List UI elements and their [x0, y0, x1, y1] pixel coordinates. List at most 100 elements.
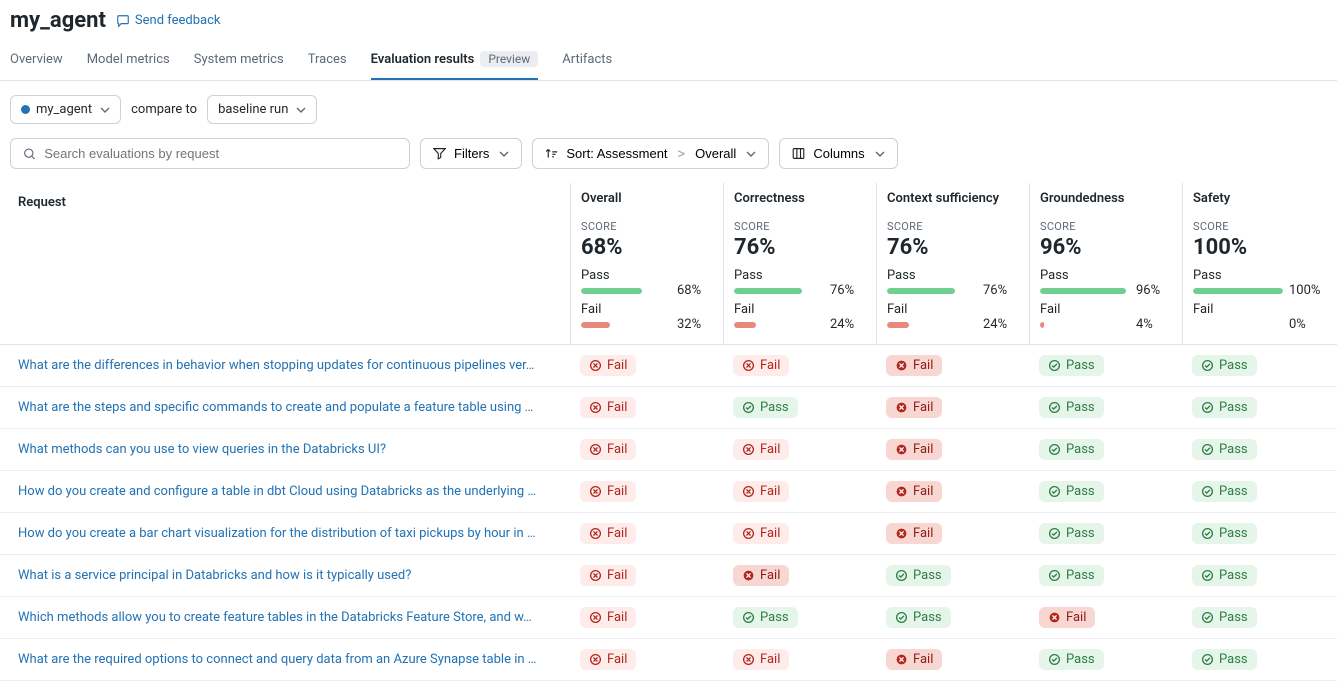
- tabs: Overview Model metrics System metrics Tr…: [0, 39, 1337, 81]
- x-circle-filled-icon: [895, 527, 908, 540]
- fail-value: 32%: [677, 317, 701, 332]
- score-value: 76%: [887, 235, 1019, 260]
- status-badge-fail: Fail: [733, 439, 789, 460]
- status-badge-fail: Fail: [886, 523, 942, 544]
- status-badge-pass: Pass: [1192, 439, 1257, 460]
- x-circle-filled-icon: [895, 485, 908, 498]
- x-circle-icon: [589, 653, 602, 666]
- check-circle-icon: [1048, 443, 1061, 456]
- tab-system-metrics[interactable]: System metrics: [194, 39, 284, 80]
- status-badge-fail: Fail: [733, 355, 789, 376]
- check-circle-icon: [1048, 527, 1061, 540]
- status-badge-pass: Pass: [1039, 397, 1104, 418]
- search-input-wrapper[interactable]: [10, 138, 410, 169]
- tab-artifacts[interactable]: Artifacts: [562, 39, 612, 80]
- x-circle-icon: [589, 611, 602, 624]
- columns-icon: [792, 147, 805, 160]
- tab-model-metrics[interactable]: Model metrics: [87, 39, 170, 80]
- check-circle-icon: [742, 611, 755, 624]
- status-badge-pass: Pass: [1192, 523, 1257, 544]
- status-badge-fail: Fail: [1039, 607, 1095, 628]
- table-row[interactable]: What are the differences in behavior whe…: [0, 345, 1337, 387]
- status-badge-fail: Fail: [886, 355, 942, 376]
- table-row[interactable]: How do you create and configure a table …: [0, 471, 1337, 513]
- check-circle-icon: [1048, 359, 1061, 372]
- status-badge-pass: Pass: [1192, 397, 1257, 418]
- status-badge-fail: Fail: [733, 649, 789, 670]
- chevron-down-icon: [746, 149, 756, 159]
- columns-button[interactable]: Columns: [779, 138, 897, 169]
- check-circle-icon: [1201, 653, 1214, 666]
- col-header-metric: GroundednessSCORE96%Pass96%Fail4%: [1029, 183, 1182, 344]
- table-row[interactable]: Which methods allow you to create featur…: [0, 597, 1337, 639]
- check-circle-icon: [895, 569, 908, 582]
- table-row[interactable]: What methods can you use to view queries…: [0, 429, 1337, 471]
- request-link[interactable]: What are the steps and specific commands…: [18, 400, 558, 415]
- tab-evaluation-results[interactable]: Evaluation results Preview: [371, 39, 539, 80]
- chat-bubble-icon: [116, 14, 130, 28]
- run-selector[interactable]: my_agent: [10, 95, 121, 124]
- chevron-down-icon: [100, 105, 110, 115]
- x-circle-icon: [742, 485, 755, 498]
- check-circle-icon: [1201, 359, 1214, 372]
- pass-label: Pass: [581, 268, 713, 283]
- col-header-metric: SafetySCORE100%Pass100%Fail0%: [1182, 183, 1335, 344]
- status-badge-fail: Fail: [580, 481, 636, 502]
- run-color-dot: [21, 105, 30, 114]
- score-label: SCORE: [581, 220, 713, 233]
- search-input[interactable]: [44, 146, 397, 161]
- x-circle-icon: [742, 359, 755, 372]
- request-link[interactable]: What methods can you use to view queries…: [18, 442, 558, 457]
- request-link[interactable]: Which methods allow you to create featur…: [18, 610, 558, 625]
- x-circle-icon: [589, 485, 602, 498]
- metric-name: Correctness: [734, 191, 866, 206]
- table-row[interactable]: How do you create a bar chart visualizat…: [0, 513, 1337, 555]
- metric-name: Overall: [581, 191, 713, 206]
- request-link[interactable]: How do you create and configure a table …: [18, 484, 558, 499]
- status-badge-pass: Pass: [1039, 355, 1104, 376]
- status-badge-fail: Fail: [580, 355, 636, 376]
- request-link[interactable]: What are the differences in behavior whe…: [18, 358, 558, 373]
- filters-button[interactable]: Filters: [420, 138, 522, 169]
- fail-label: Fail: [1193, 302, 1325, 317]
- check-circle-icon: [1201, 443, 1214, 456]
- fail-value: 4%: [1136, 317, 1153, 332]
- score-value: 68%: [581, 235, 713, 260]
- request-link[interactable]: What is a service principal in Databrick…: [18, 568, 558, 583]
- preview-badge: Preview: [480, 51, 538, 67]
- pass-label: Pass: [734, 268, 866, 283]
- send-feedback-label: Send feedback: [135, 13, 221, 28]
- check-circle-icon: [1048, 485, 1061, 498]
- x-circle-icon: [589, 359, 602, 372]
- fail-label: Fail: [734, 302, 866, 317]
- x-circle-filled-icon: [1048, 611, 1061, 624]
- table-row[interactable]: What is a service principal in Databrick…: [0, 555, 1337, 597]
- table-row[interactable]: What are the steps and specific commands…: [0, 387, 1337, 429]
- sort-button[interactable]: Sort: Assessment > Overall: [532, 138, 769, 169]
- x-circle-icon: [742, 527, 755, 540]
- check-circle-icon: [1201, 485, 1214, 498]
- x-circle-filled-icon: [895, 401, 908, 414]
- chevron-down-icon: [875, 149, 885, 159]
- baseline-selector[interactable]: baseline run: [207, 95, 317, 124]
- request-link[interactable]: How do you create a bar chart visualizat…: [18, 526, 558, 541]
- request-link[interactable]: What are the required options to connect…: [18, 652, 558, 667]
- baseline-label: baseline run: [218, 102, 288, 117]
- send-feedback-link[interactable]: Send feedback: [116, 13, 221, 28]
- pass-label: Pass: [1040, 268, 1172, 283]
- table-row[interactable]: What are the required options to connect…: [0, 639, 1337, 681]
- status-badge-pass: Pass: [1192, 565, 1257, 586]
- score-value: 76%: [734, 235, 866, 260]
- chevron-down-icon: [296, 105, 306, 115]
- status-badge-pass: Pass: [1192, 481, 1257, 502]
- fail-label: Fail: [1040, 302, 1172, 317]
- x-circle-icon: [742, 653, 755, 666]
- tab-overview[interactable]: Overview: [10, 39, 63, 80]
- check-circle-icon: [1201, 611, 1214, 624]
- col-header-request: Request: [18, 193, 66, 210]
- check-circle-icon: [1201, 527, 1214, 540]
- status-badge-pass: Pass: [1039, 481, 1104, 502]
- status-badge-pass: Pass: [1039, 649, 1104, 670]
- score-label: SCORE: [1193, 220, 1325, 233]
- tab-traces[interactable]: Traces: [308, 39, 347, 80]
